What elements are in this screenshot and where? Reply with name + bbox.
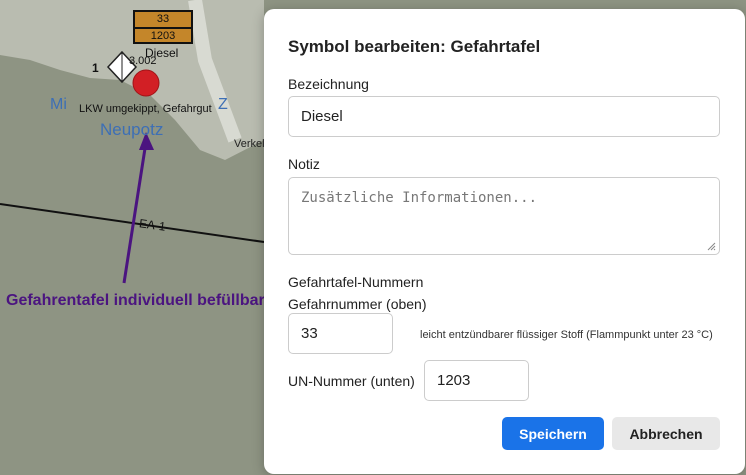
note-placeholder: Zusätzliche Informationen... bbox=[301, 190, 538, 206]
name-input[interactable]: Diesel bbox=[288, 96, 720, 137]
hazard-number-value: 33 bbox=[301, 325, 318, 342]
annotation-arrow-line bbox=[122, 141, 148, 284]
place-name-partial: Mi bbox=[50, 96, 67, 113]
un-number-value: 1203 bbox=[437, 372, 471, 389]
incident-marker[interactable] bbox=[132, 69, 160, 97]
vehicle-count-label: 1 bbox=[92, 61, 99, 75]
hazard-number-input[interactable]: 33 bbox=[288, 313, 393, 354]
street-label: Verkel bbox=[234, 138, 265, 150]
hazard-plate-top: 33 bbox=[135, 12, 191, 29]
numbers-heading: Gefahrtafel-Nummern bbox=[288, 274, 424, 290]
vehicle-code-label: 3.002 bbox=[129, 55, 157, 67]
annotation-text: Gefahrentafel individuell befüllbar bbox=[6, 292, 265, 309]
note-textarea[interactable]: Zusätzliche Informationen... bbox=[288, 177, 720, 255]
un-number-label: UN-Nummer (unten) bbox=[288, 373, 415, 389]
cancel-button[interactable]: Abbrechen bbox=[612, 417, 720, 450]
hazard-number-label: Gefahrnummer (oben) bbox=[288, 296, 427, 312]
name-input-value: Diesel bbox=[301, 108, 343, 125]
place-name: Neupotz bbox=[100, 120, 164, 139]
un-number-input[interactable]: 1203 bbox=[424, 360, 529, 401]
note-label: Notiz bbox=[288, 156, 320, 172]
hazard-number-hint: leicht entzündbarer flüssiger Stoff (Fla… bbox=[420, 329, 713, 341]
place-name-partial-2: Z bbox=[218, 96, 228, 113]
save-button[interactable]: Speichern bbox=[502, 417, 604, 450]
hazard-plate-bottom: 1203 bbox=[150, 30, 176, 42]
incident-label: LKW umgekippt, Gefahrgut bbox=[79, 103, 212, 115]
resize-handle-icon[interactable] bbox=[706, 241, 716, 251]
name-label: Bezeichnung bbox=[288, 76, 369, 92]
hazard-plate[interactable]: 33 1203 bbox=[133, 10, 193, 44]
edit-symbol-dialog: Symbol bearbeiten: Gefahrtafel Bezeichnu… bbox=[264, 9, 745, 474]
dialog-title: Symbol bearbeiten: Gefahrtafel bbox=[288, 37, 541, 56]
